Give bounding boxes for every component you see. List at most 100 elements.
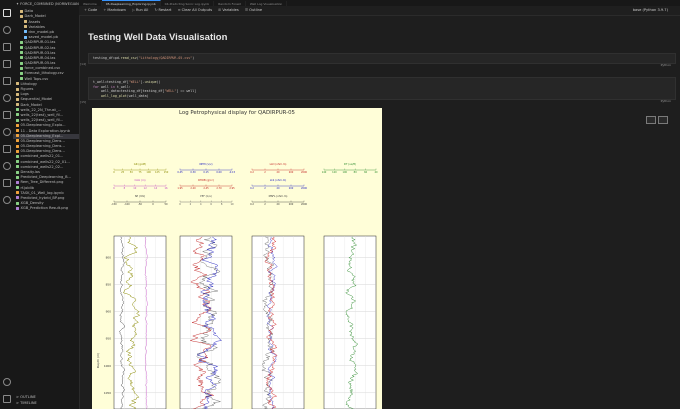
file-icon (20, 40, 23, 44)
file-icon (16, 186, 19, 190)
scale-tick-label: 20 (276, 203, 280, 206)
file-label: QADIRPUR-04.las (24, 55, 56, 60)
scale-tick-label: -50 (138, 203, 142, 206)
file-label: saved_model.pb (28, 35, 58, 40)
file-label: dnn_model.pb (28, 29, 55, 34)
scale-tick-label: -0.15 (229, 171, 236, 174)
scale-tick-label: -100 (124, 203, 130, 206)
scale-tick-label: 150 (164, 171, 169, 174)
add-markdown-button[interactable]: +Markdown (103, 6, 126, 15)
file-icon (16, 118, 19, 122)
code-cell-2[interactable]: t_well=testing_df["WELL"].unique() for we… (88, 77, 676, 103)
code-line[interactable]: testing_df=pd.read_csv("Lithology/QADIRP… (93, 56, 671, 61)
code-editor[interactable]: testing_df=pd.read_csv("Lithology/QADIRP… (89, 54, 675, 63)
scale-tick-label: 0.00 (216, 171, 222, 174)
file-label: Forecast_lithology.csv (24, 71, 64, 76)
output-copy-button[interactable] (658, 116, 668, 124)
file-label: Sequential_Model (20, 97, 53, 102)
scale-tick-label: 2.45 (203, 187, 209, 190)
cell-language[interactable]: Python (661, 99, 671, 104)
run-debug-icon[interactable] (2, 60, 11, 68)
scale-tick-label: 8 (221, 203, 223, 206)
notebook-content: Testing Well Data Visualisation testing_… (79, 16, 680, 409)
restart-button[interactable]: ↻Restart (155, 6, 172, 15)
notebook-toolbar: +Code +Markdown ▷Run All ↻Restart ≡Clear… (79, 6, 680, 16)
file-icon (20, 14, 23, 18)
scale-tick-label: 2.20 (190, 187, 196, 190)
settings-gear-icon[interactable] (2, 395, 11, 403)
clear-outputs-button[interactable]: ≡Clear All Outputs (178, 6, 213, 15)
scale-tick-label: 10 (133, 187, 137, 190)
file-icon (20, 9, 23, 13)
scale-tick-label: 100 (343, 171, 348, 174)
scale-name: PEF (b/e) (200, 194, 212, 198)
file-icon (20, 66, 23, 70)
outline-button[interactable]: ☰Outline (245, 6, 262, 15)
timeline-section[interactable]: > TIMELINE (13, 401, 79, 407)
search-icon[interactable] (2, 26, 11, 34)
scale-tick-label: 12 (144, 187, 148, 190)
testing-icon[interactable] (2, 111, 11, 119)
kernel-picker[interactable]: base (Python 3.9.7) (633, 6, 668, 15)
scale-tick-label: 100 (146, 171, 151, 174)
output-more-button[interactable] (646, 116, 656, 124)
file-label: TASK_01_Well_log.ipynb (20, 190, 64, 195)
scale-tick-label: 40 (374, 171, 378, 174)
scale-tick-label: 0.2 (250, 171, 254, 174)
scale-tick-label: 0 (152, 203, 154, 206)
file-icon (16, 180, 19, 184)
track-frame (251, 235, 305, 409)
scale-tick-label: 2 (190, 203, 192, 206)
git-icon[interactable] (2, 162, 11, 170)
file-icon (16, 108, 19, 112)
account-icon[interactable] (2, 378, 11, 386)
scale-tick-label: 50 (130, 171, 134, 174)
live-share-icon[interactable] (2, 196, 11, 204)
extensions-icon[interactable] (2, 77, 11, 85)
add-code-button[interactable]: +Code (84, 6, 97, 15)
scale-tick-label: 80 (354, 171, 358, 174)
scale-name: DT (us/ft) (344, 162, 356, 166)
database-icon[interactable] (2, 179, 11, 187)
file-icon (16, 149, 19, 153)
remote-explorer-icon[interactable] (2, 94, 11, 102)
file-icon (16, 82, 19, 86)
variables-button[interactable]: ⊞Variables (218, 6, 238, 15)
execution-count: [14] (80, 62, 87, 66)
scale-name: NPHI (v/v) (199, 162, 212, 166)
jupyter-icon[interactable] (2, 128, 11, 136)
file-label: Density.las (20, 170, 40, 175)
file-icon (16, 123, 19, 127)
cell-language[interactable]: Python (661, 63, 671, 68)
explorer-icon[interactable] (2, 9, 11, 17)
scale-tick-label: 4 (200, 203, 202, 206)
scale-tick-label: 200 (289, 203, 294, 206)
scale-tick-label: 1.95 (177, 187, 183, 190)
output-actions (644, 109, 668, 128)
file-icon (16, 206, 19, 210)
scale-tick-label: 10 (230, 203, 234, 206)
run-all-button[interactable]: ▷Run All (132, 6, 148, 15)
docker-icon[interactable] (2, 145, 11, 153)
file-label: combined_wells22_02_01... (20, 159, 70, 164)
y-tick-label: 950 (106, 337, 112, 341)
chart-title: Log Petrophysical display for QADIRPUR-0… (179, 110, 295, 116)
file-label: 05-Deeplearning_Dens... (20, 144, 65, 149)
code-editor[interactable]: t_well=testing_df["WELL"].unique() for we… (89, 78, 675, 100)
source-control-icon[interactable] (2, 43, 11, 51)
scale-name: LLD (ohm.m) (270, 162, 287, 166)
file-label: XGB_Density (20, 201, 44, 206)
log-plot-output: Log Petrophysical display for QADIRPUR-0… (92, 108, 382, 409)
file-tree-item[interactable]: XGB_Prediction Result.png (13, 206, 79, 211)
file-icon (20, 51, 23, 55)
file-icon (16, 196, 19, 200)
file-icon (16, 175, 19, 179)
file-label: combined_wells22_02... (20, 164, 64, 169)
file-label: Lithology (20, 81, 38, 86)
file-label: wells_22_2N_Thrust_... (20, 107, 62, 112)
code-line[interactable]: well_log_plot(well_data) (93, 94, 671, 99)
file-icon (24, 30, 27, 34)
code-cell-1[interactable]: testing_df=pd.read_csv("Lithology/QADIRP… (88, 53, 676, 67)
file-icon (16, 103, 19, 107)
file-tree: Data Dark_Model Assets Variables dnn_model.p… (13, 9, 79, 211)
